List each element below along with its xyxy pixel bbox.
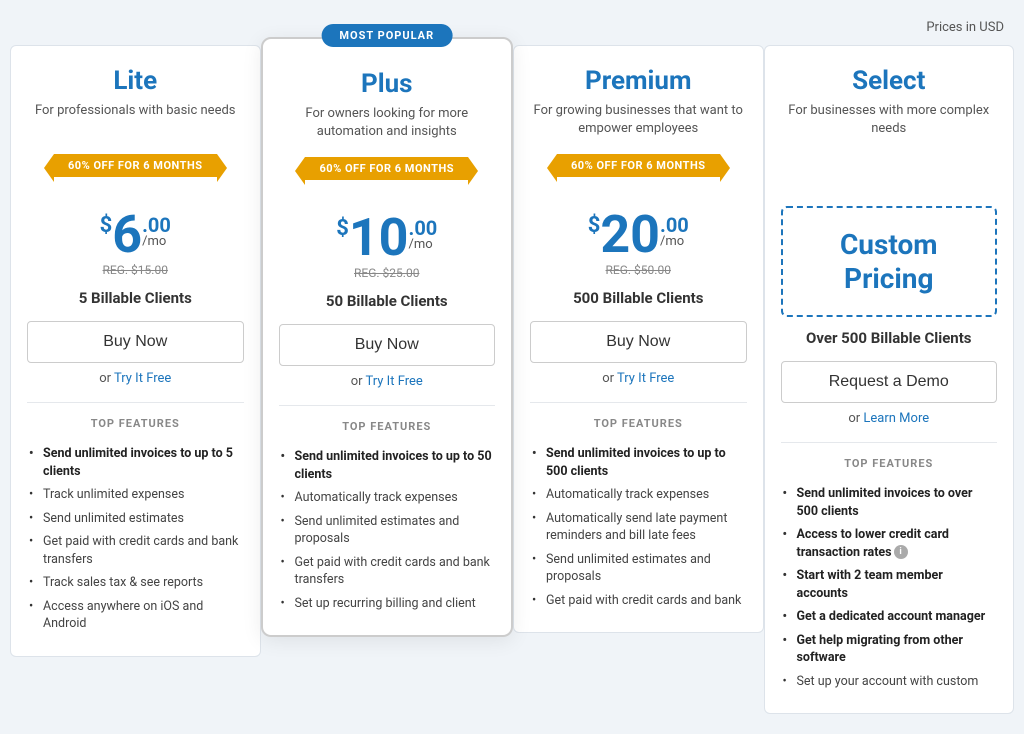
price-amount-lite: 6 — [112, 209, 142, 261]
plan-desc-lite: For professionals with basic needs — [27, 102, 244, 142]
or-link-lite: or Try It Free — [27, 371, 244, 386]
discount-banner-lite: 60% OFF FOR 6 MONTHS — [54, 154, 217, 177]
features-title-select: TOP FEATURES — [781, 457, 998, 470]
feature-item: Send unlimited invoices to up to 5 clien… — [27, 442, 244, 483]
feature-item: Send unlimited estimates and proposals — [279, 510, 496, 551]
price-amount-plus: 10 — [349, 212, 409, 264]
features-section-premium: TOP FEATURES Send unlimited invoices to … — [530, 402, 747, 612]
plan-name-lite: Lite — [27, 66, 244, 96]
feature-item: Automatically track expenses — [530, 483, 747, 507]
plan-card-plus: MOST POPULARPlusFor owners looking for m… — [261, 37, 514, 637]
features-section-lite: TOP FEATURES Send unlimited invoices to … — [27, 402, 244, 636]
feature-item: Access anywhere on iOS and Android — [27, 595, 244, 636]
pricing-page: Prices in USD Lite For professionals with… — [0, 0, 1024, 734]
feature-item: Get paid with credit cards and bank — [530, 589, 747, 613]
plan-desc-plus: For owners looking for more automation a… — [279, 105, 496, 145]
billable-clients-select: Over 500 Billable Clients — [781, 329, 998, 347]
info-icon[interactable]: i — [894, 545, 908, 559]
price-dollar-premium: $ — [588, 215, 601, 237]
buy-button-premium[interactable]: Buy Now — [530, 321, 747, 363]
custom-pricing-text: Custom Pricing — [793, 228, 986, 295]
feature-item: Track sales tax & see reports — [27, 571, 244, 595]
features-title-premium: TOP FEATURES — [530, 417, 747, 430]
price-mo-plus: /mo — [409, 238, 433, 251]
plan-card-select: Select For businesses with more complex n… — [764, 45, 1015, 714]
plan-card-premium: Premium For growing businesses that want … — [513, 45, 764, 633]
feature-item: Send unlimited invoices to up to 50 clie… — [279, 445, 496, 486]
plan-name-select: Select — [781, 66, 998, 96]
price-dollar-plus: $ — [336, 218, 349, 240]
features-list-plus: Send unlimited invoices to up to 50 clie… — [279, 445, 496, 615]
feature-item: Set up recurring billing and client — [279, 592, 496, 616]
feature-item: Get a dedicated account manager — [781, 605, 998, 629]
price-cents-lite: .00 — [142, 215, 171, 235]
features-list-lite: Send unlimited invoices to up to 5 clien… — [27, 442, 244, 636]
feature-item: Get help migrating from other software — [781, 629, 998, 670]
feature-item: Send unlimited invoices to over 500 clie… — [781, 482, 998, 523]
feature-item: Start with 2 team member accounts — [781, 564, 998, 605]
feature-item: Automatically track expenses — [279, 486, 496, 510]
price-amount-premium: 20 — [600, 209, 660, 261]
feature-item: Send unlimited invoices to up to 500 cli… — [530, 442, 747, 483]
feature-item: Access to lower credit card transaction … — [781, 523, 998, 564]
custom-pricing-box: Custom Pricing — [781, 206, 998, 317]
or-link-select: or Learn More — [781, 411, 998, 426]
plan-desc-premium: For growing businesses that want to empo… — [530, 102, 747, 142]
plans-container: Lite For professionals with basic needs 60… — [10, 45, 1014, 714]
price-reg-plus: REG. $25.00 — [279, 266, 496, 280]
feature-item: Get paid with credit cards and bank tran… — [279, 551, 496, 592]
most-popular-badge: MOST POPULAR — [321, 24, 452, 47]
price-block-lite: $ 6 .00 /mo REG. $15.00 — [27, 209, 244, 277]
price-block-plus: $ 10 .00 /mo REG. $25.00 — [279, 212, 496, 280]
discount-banner-premium: 60% OFF FOR 6 MONTHS — [557, 154, 720, 177]
try-free-link-plus[interactable]: Try It Free — [366, 374, 423, 389]
billable-clients-lite: 5 Billable Clients — [27, 289, 244, 307]
plan-desc-select: For businesses with more complex needs — [781, 102, 998, 142]
plan-name-plus: Plus — [279, 69, 496, 99]
feature-item: Set up your account with custom — [781, 670, 998, 694]
billable-clients-premium: 500 Billable Clients — [530, 289, 747, 307]
price-dollar-lite: $ — [100, 215, 113, 237]
try-free-link-lite[interactable]: Try It Free — [114, 371, 171, 386]
try-free-link-premium[interactable]: Try It Free — [617, 371, 674, 386]
price-cents-premium: .00 — [660, 215, 689, 235]
price-reg-lite: REG. $15.00 — [27, 263, 244, 277]
feature-item: Track unlimited expenses — [27, 483, 244, 507]
features-title-plus: TOP FEATURES — [279, 420, 496, 433]
price-block-premium: $ 20 .00 /mo REG. $50.00 — [530, 209, 747, 277]
prices-label: Prices in USD — [10, 20, 1014, 35]
features-section-plus: TOP FEATURES Send unlimited invoices to … — [279, 405, 496, 615]
features-list-select: Send unlimited invoices to over 500 clie… — [781, 482, 998, 693]
feature-item: Send unlimited estimates and proposals — [530, 548, 747, 589]
feature-item: Automatically send late payment reminder… — [530, 507, 747, 548]
feature-item: Get paid with credit cards and bank tran… — [27, 530, 244, 571]
or-link-plus: or Try It Free — [279, 374, 496, 389]
buy-button-select[interactable]: Request a Demo — [781, 361, 998, 403]
buy-button-lite[interactable]: Buy Now — [27, 321, 244, 363]
try-free-link-select[interactable]: Learn More — [863, 411, 929, 426]
features-title-lite: TOP FEATURES — [27, 417, 244, 430]
features-section-select: TOP FEATURES Send unlimited invoices to … — [781, 442, 998, 693]
price-mo-lite: /mo — [142, 235, 166, 248]
price-mo-premium: /mo — [660, 235, 684, 248]
features-list-premium: Send unlimited invoices to up to 500 cli… — [530, 442, 747, 612]
plan-name-premium: Premium — [530, 66, 747, 96]
feature-item: Send unlimited estimates — [27, 507, 244, 531]
or-link-premium: or Try It Free — [530, 371, 747, 386]
price-reg-premium: REG. $50.00 — [530, 263, 747, 277]
buy-button-plus[interactable]: Buy Now — [279, 324, 496, 366]
billable-clients-plus: 50 Billable Clients — [279, 292, 496, 310]
discount-banner-plus: 60% OFF FOR 6 MONTHS — [305, 157, 468, 180]
price-cents-plus: .00 — [409, 218, 438, 238]
plan-card-lite: Lite For professionals with basic needs 60… — [10, 45, 261, 657]
